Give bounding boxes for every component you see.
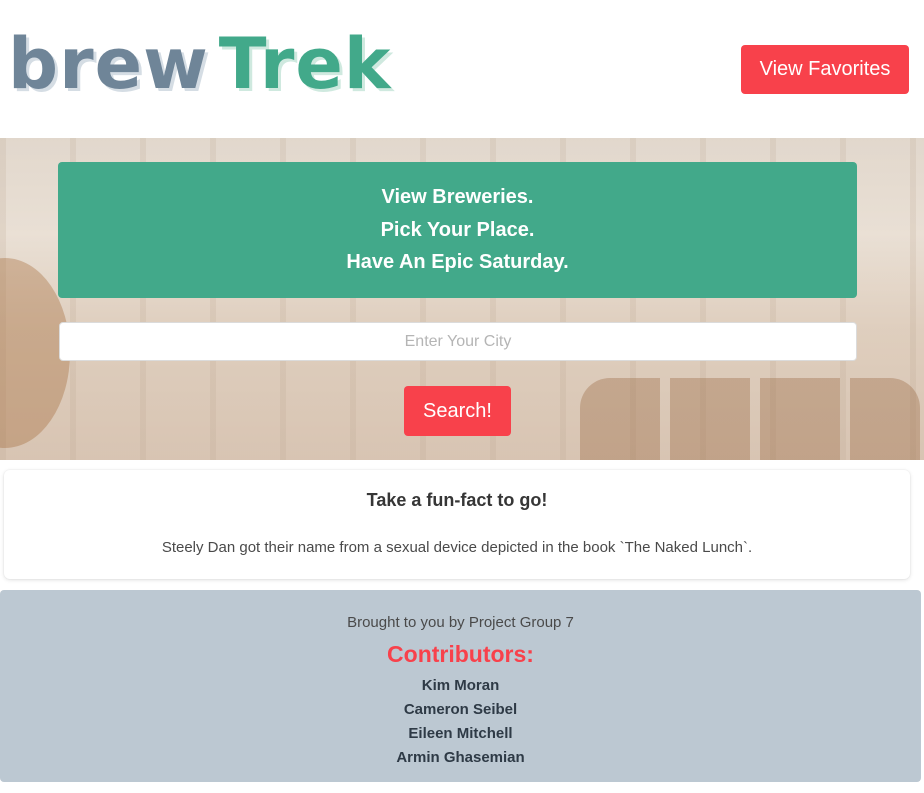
brewtrek-logo[interactable]: brew Trek: [8, 24, 391, 104]
contributor-name: Eileen Mitchell: [408, 725, 513, 742]
contributor-name: Kim Moran: [421, 677, 500, 694]
logo-brew-text: brew: [8, 23, 209, 105]
contributors-heading: Contributors:: [387, 641, 534, 667]
hero-section: View Breweries. Pick Your Place. Have An…: [0, 138, 924, 460]
tagline-line-1: View Breweries.: [381, 186, 534, 209]
site-footer: Brought to you by Project Group 7 Contri…: [0, 590, 921, 782]
brought-by-text: Brought to you by Project Group 7: [347, 614, 574, 631]
city-search-input[interactable]: [59, 322, 857, 361]
contributor-name: Armin Ghasemian: [396, 749, 525, 766]
logo-trek-text: Trek: [218, 23, 392, 105]
fun-fact-text: Steely Dan got their name from a sexual …: [161, 539, 753, 556]
tagline-line-2: Pick Your Place.: [380, 218, 535, 241]
contributors-list: Kim Moran Cameron Seibel Eileen Mitchell…: [0, 674, 921, 770]
fun-fact-card: Take a fun-fact to go! Steely Dan got th…: [4, 470, 910, 579]
fun-fact-title: Take a fun-fact to go!: [366, 490, 548, 510]
view-favorites-button[interactable]: View Favorites: [741, 45, 909, 94]
site-header: brew Trek View Favorites: [0, 0, 924, 138]
tagline-banner: View Breweries. Pick Your Place. Have An…: [58, 162, 857, 298]
search-button[interactable]: Search!: [404, 386, 511, 436]
tagline-line-3: Have An Epic Saturday.: [346, 251, 569, 274]
contributor-name: Cameron Seibel: [403, 701, 518, 718]
